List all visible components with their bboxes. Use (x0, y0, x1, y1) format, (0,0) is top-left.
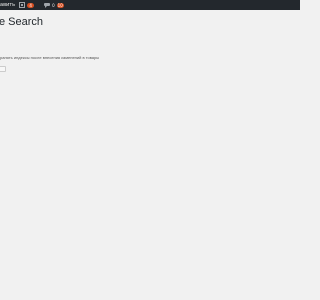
updates-icon (19, 2, 26, 8)
comments-badge: 10 (56, 2, 64, 8)
comment-icon (44, 2, 51, 8)
admin-bar-menu-label: авить (0, 2, 16, 8)
comments-menu-item[interactable]: 0 10 (44, 0, 64, 10)
page-description: ранять индексы после внесения изменений … (0, 55, 100, 60)
updates-count-badge: 4 (27, 2, 35, 8)
action-button[interactable] (0, 66, 6, 72)
updates-menu-item[interactable]: 4 (19, 0, 35, 10)
admin-bar-menu-item[interactable]: авить (0, 0, 15, 10)
admin-bar: авить 4 0 10 (0, 0, 300, 10)
comments-count: 0 (52, 2, 55, 8)
page-title: e Search (0, 16, 44, 28)
